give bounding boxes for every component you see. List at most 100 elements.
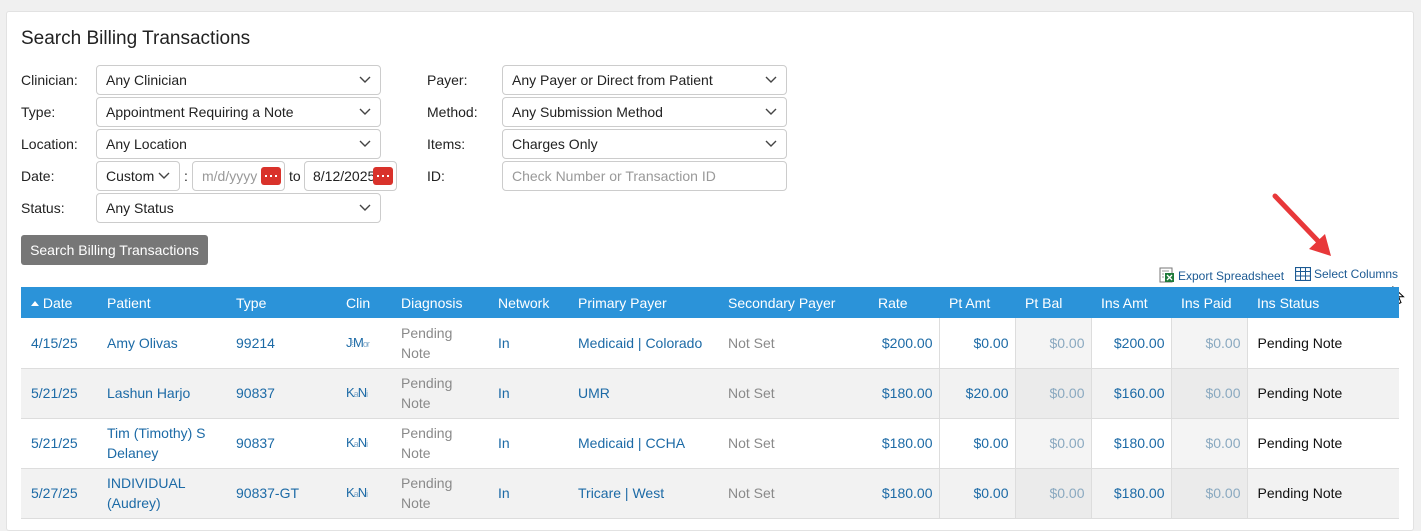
column-header-network[interactable]: Network	[488, 287, 568, 318]
export-spreadsheet-link[interactable]: Export Spreadsheet	[1159, 267, 1284, 283]
cell-primary-payer[interactable]: Tricare | West	[568, 468, 718, 519]
cell-pt-amt[interactable]: $0.00	[939, 418, 1016, 469]
cell-network[interactable]: In	[488, 468, 568, 519]
clinician-select[interactable]: Any Clinician	[96, 65, 381, 95]
diagnosis-line2: Note	[401, 395, 431, 411]
column-header-rate[interactable]: Rate	[868, 287, 939, 318]
cell-date[interactable]: 5/21/25	[21, 418, 97, 469]
cell-ins-amt[interactable]: $200.00	[1091, 318, 1172, 369]
cell-patient[interactable]: INDIVIDUAL (Audrey)	[97, 468, 226, 519]
items-select[interactable]: Charges Only	[502, 129, 787, 159]
calendar-icon[interactable]	[261, 167, 281, 185]
transaction-id-input[interactable]: Check Number or Transaction ID	[502, 161, 787, 191]
cell-ins-amt[interactable]: $180.00	[1091, 418, 1172, 469]
column-header-pt-amt[interactable]: Pt Amt	[939, 287, 1015, 318]
patient-name-line1[interactable]: Amy Olivas	[107, 335, 178, 351]
table-header-row: Date Patient Type Clin Diagnosis Network…	[21, 287, 1399, 318]
cell-patient[interactable]: Amy Olivas	[97, 318, 226, 369]
location-select[interactable]: Any Location	[96, 129, 381, 159]
chevron-down-icon	[158, 172, 170, 179]
column-header-ins-paid[interactable]: Ins Paid	[1171, 287, 1247, 318]
patient-name-line2[interactable]: Delaney	[107, 445, 158, 461]
patient-name-line1[interactable]: Tim (Timothy) S	[107, 425, 206, 441]
clin-initial-b: N	[357, 435, 367, 450]
cell-network[interactable]: In	[488, 368, 568, 419]
type-select[interactable]: Appointment Requiring a Note	[96, 97, 381, 127]
diagnosis-line2: Note	[401, 495, 431, 511]
cell-type[interactable]: 90837	[226, 418, 336, 469]
table-row[interactable]: 4/15/25 Amy Olivas 99214 J⁞Mor Pending No…	[21, 318, 1399, 369]
type-select-value: Appointment Requiring a Note	[106, 104, 294, 120]
clinician-select-value: Any Clinician	[106, 72, 187, 88]
cell-rate[interactable]: $200.00	[868, 318, 940, 369]
billing-transactions-table: Date Patient Type Clin Diagnosis Network…	[21, 287, 1399, 519]
column-header-type[interactable]: Type	[226, 287, 336, 318]
clin-initial-b: N	[357, 485, 367, 500]
table-row[interactable]: 5/27/25 INDIVIDUAL (Audrey) 90837-GT KaNi…	[21, 468, 1399, 519]
cell-patient[interactable]: Tim (Timothy) S Delaney	[97, 418, 226, 469]
method-select-value: Any Submission Method	[512, 104, 663, 120]
chevron-down-icon	[765, 108, 777, 115]
cell-clin[interactable]: KaNi	[336, 468, 391, 519]
cell-rate[interactable]: $180.00	[868, 418, 940, 469]
diagnosis-line1: Pending	[401, 324, 453, 341]
diagnosis-line1: Pending	[401, 425, 453, 441]
cell-secondary-payer: Not Set	[718, 468, 868, 519]
cell-clin[interactable]: KaNi	[336, 418, 391, 469]
cell-type[interactable]: 90837	[226, 368, 336, 419]
column-header-ins-status[interactable]: Ins Status	[1247, 287, 1399, 318]
patient-name-line1[interactable]: Lashun Harjo	[107, 385, 190, 401]
table-row[interactable]: 5/21/25 Lashun Harjo 90837 KaNi Pending N…	[21, 368, 1399, 419]
cell-pt-amt[interactable]: $20.00	[939, 368, 1016, 419]
status-select[interactable]: Any Status	[96, 193, 381, 223]
column-header-primary-payer[interactable]: Primary Payer	[568, 287, 718, 318]
cell-date[interactable]: 5/27/25	[21, 468, 97, 519]
cell-date[interactable]: 5/21/25	[21, 368, 97, 419]
cell-rate[interactable]: $180.00	[868, 368, 940, 419]
cell-secondary-payer: Not Set	[718, 418, 868, 469]
cell-network[interactable]: In	[488, 418, 568, 469]
date-from-placeholder: m/d/yyyy	[202, 168, 258, 184]
patient-name-line1[interactable]: INDIVIDUAL	[107, 475, 186, 491]
column-header-date-label: Date	[42, 294, 73, 311]
select-columns-link[interactable]: Select Columns	[1294, 266, 1398, 282]
cell-patient[interactable]: Lashun Harjo	[97, 368, 226, 419]
column-header-clin[interactable]: Clin	[336, 287, 391, 318]
column-header-pt-bal[interactable]: Pt Bal	[1015, 287, 1091, 318]
cell-clin[interactable]: J⁞Mor	[336, 318, 391, 369]
date-to-input[interactable]: 8/12/2025	[304, 161, 397, 191]
cell-primary-payer[interactable]: UMR	[568, 368, 718, 419]
cell-primary-payer[interactable]: Medicaid | CCHA	[568, 418, 718, 469]
cell-diagnosis: Pending Note	[391, 418, 488, 469]
calendar-icon[interactable]	[373, 167, 393, 185]
date-from-input[interactable]: m/d/yyyy	[192, 161, 285, 191]
cell-diagnosis: Pending Note	[391, 468, 488, 519]
cell-pt-amt[interactable]: $0.00	[939, 318, 1016, 369]
cell-clin[interactable]: KaNi	[336, 368, 391, 419]
cell-type[interactable]: 99214	[226, 318, 336, 369]
cell-rate[interactable]: $180.00	[868, 468, 940, 519]
column-header-ins-amt[interactable]: Ins Amt	[1091, 287, 1171, 318]
column-header-diagnosis[interactable]: Diagnosis	[391, 287, 488, 318]
date-mode-select[interactable]: Custom	[96, 161, 180, 191]
cell-primary-payer[interactable]: Medicaid | Colorado	[568, 318, 718, 369]
search-billing-button[interactable]: Search Billing Transactions	[21, 235, 208, 265]
location-label: Location:	[21, 136, 78, 152]
table-row[interactable]: 5/21/25 Tim (Timothy) S Delaney 90837 KaN…	[21, 418, 1399, 469]
clin-initial-a: K	[346, 385, 355, 400]
cell-network[interactable]: In	[488, 318, 568, 369]
patient-name-line2[interactable]: (Audrey)	[107, 495, 161, 511]
payer-select[interactable]: Any Payer or Direct from Patient	[502, 65, 787, 95]
column-header-patient[interactable]: Patient	[97, 287, 226, 318]
cell-ins-amt[interactable]: $160.00	[1091, 368, 1172, 419]
diagnosis-line2: Note	[401, 344, 431, 361]
cell-ins-amt[interactable]: $180.00	[1091, 468, 1172, 519]
column-header-date[interactable]: Date	[21, 287, 97, 318]
cell-date[interactable]: 4/15/25	[21, 318, 97, 369]
sort-asc-icon	[31, 300, 39, 306]
method-select[interactable]: Any Submission Method	[502, 97, 787, 127]
column-header-secondary-payer[interactable]: Secondary Payer	[718, 287, 868, 318]
cell-pt-bal: $0.00	[1015, 418, 1092, 469]
cell-pt-amt[interactable]: $0.00	[939, 468, 1016, 519]
cell-type[interactable]: 90837-GT	[226, 468, 336, 519]
